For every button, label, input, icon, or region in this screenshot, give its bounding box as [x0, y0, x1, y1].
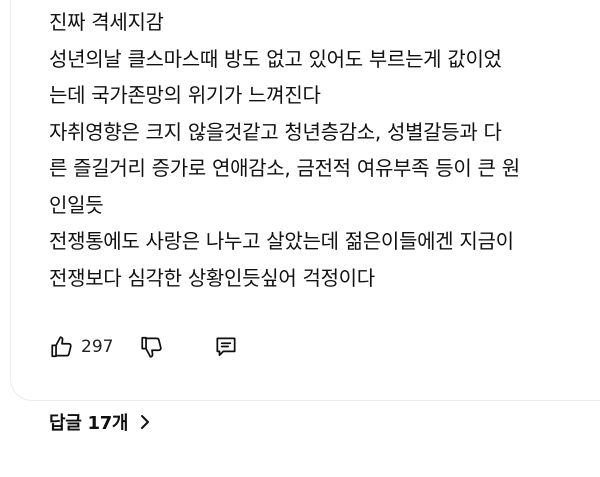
comment-text: 진짜 격세지감 성년의날 클스마스때 방도 없고 있어도 부르는게 값이었 는데… [49, 4, 589, 296]
thumbs-down-icon [141, 336, 163, 358]
comment-line: 진짜 격세지감 [49, 10, 164, 34]
comment-icon [216, 337, 236, 356]
comment-line: 전쟁통에도 사랑은 나누고 살았는데 젊은이들에겐 지금이 [49, 229, 514, 253]
comment-line: 자취영향은 크지 않을것같고 청년층감소, 성별갈등과 다 [49, 119, 502, 144]
replies-count-label: 답글 17개 [49, 413, 129, 434]
comment-line: 전쟁보다 심각한 상황인듯싶어 걱정이다 [49, 265, 375, 290]
like-button[interactable] [49, 334, 75, 360]
replies-toggle[interactable]: 답글 17개 [49, 408, 152, 436]
comment-line: 인일듯 [49, 192, 104, 217]
reply-button[interactable] [213, 334, 239, 360]
dislike-button[interactable] [139, 334, 165, 360]
like-count: 297 [81, 337, 114, 357]
comment-line: 른 즐길거리 증가로 연애감소, 금전적 여유부족 등이 큰 원 [49, 156, 520, 180]
comment-actions: 297 [49, 331, 239, 363]
comment-line: 성년의날 클스마스때 방도 없고 있어도 부르는게 값이었 [49, 46, 502, 71]
chevron-right-icon [138, 414, 152, 430]
comment-line: 는데 국가존망의 위기가 느껴진다 [49, 83, 321, 107]
thumbs-up-icon [51, 336, 72, 358]
